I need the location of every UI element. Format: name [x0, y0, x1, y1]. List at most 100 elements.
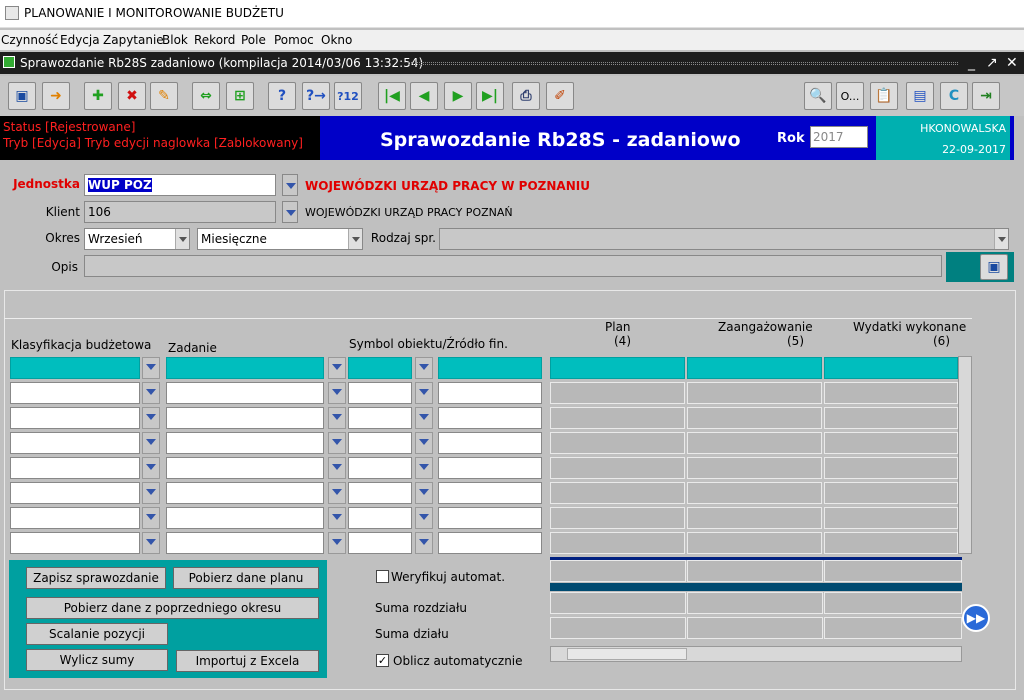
zadanie-lov-icon[interactable] — [328, 382, 346, 404]
zadanie-cell[interactable] — [166, 482, 324, 504]
menu-edycja[interactable]: Edycja — [60, 33, 100, 47]
menu-okno[interactable]: Okno — [321, 33, 352, 47]
menu-czynnosc[interactable]: Czynność — [1, 33, 58, 47]
klasyfikacja-lov-icon[interactable] — [142, 407, 160, 429]
klasyfikacja-cell[interactable] — [10, 482, 140, 504]
previous-record-icon[interactable]: ◀ — [410, 82, 438, 110]
jednostka-lov-icon[interactable] — [282, 174, 298, 196]
save-icon[interactable]: ▣ — [980, 254, 1008, 280]
klasyfikacja-cell[interactable] — [10, 457, 140, 479]
zadanie-cell[interactable] — [166, 457, 324, 479]
zadanie-cell[interactable] — [166, 532, 324, 554]
symbol-lov-icon[interactable] — [415, 382, 433, 404]
klasyfikacja-cell[interactable] — [10, 407, 140, 429]
klient-field[interactable]: 106 — [84, 201, 276, 223]
importuj-z-excela-button[interactable]: Importuj z Excela — [176, 650, 319, 672]
next-page-icon[interactable]: ▶▶ — [962, 604, 990, 632]
symbol-obiektu-cell[interactable] — [348, 482, 412, 504]
delete-record-icon[interactable]: ✖ — [118, 82, 146, 110]
klasyfikacja-lov-icon[interactable] — [142, 382, 160, 404]
preview-icon[interactable]: 🔍 — [804, 82, 832, 110]
symbol-lov-icon[interactable] — [415, 507, 433, 529]
okres-month-select[interactable]: Wrzesień — [84, 228, 190, 250]
klasyfikacja-lov-icon[interactable] — [142, 482, 160, 504]
pobierz-dane-planu-button[interactable]: Pobierz dane planu — [173, 567, 319, 589]
zadanie-cell[interactable] — [166, 407, 324, 429]
next-record-icon[interactable]: ▶ — [444, 82, 472, 110]
logout-icon[interactable]: ⇥ — [972, 82, 1000, 110]
klient-lov-icon[interactable] — [282, 201, 298, 223]
rodzaj-select[interactable] — [439, 228, 1009, 250]
exit-icon[interactable]: ➜ — [42, 82, 70, 110]
add-record-icon[interactable]: ✚ — [84, 82, 112, 110]
zrodlo-fin-cell[interactable] — [438, 457, 542, 479]
zrodlo-fin-cell[interactable] — [438, 507, 542, 529]
klasyfikacja-cell[interactable] — [10, 382, 140, 404]
zrodlo-fin-cell[interactable] — [438, 532, 542, 554]
menu-pomoc[interactable]: Pomoc — [274, 33, 314, 47]
jednostka-field[interactable]: WUP POZ — [84, 174, 276, 196]
minimize-icon[interactable]: _ — [968, 55, 975, 71]
zapisz-sprawozdanie-button[interactable]: Zapisz sprawozdanie — [26, 567, 166, 589]
symbol-obiektu-cell[interactable] — [348, 357, 412, 379]
options-icon[interactable]: O... — [836, 82, 864, 110]
klasyfikacja-lov-icon[interactable] — [142, 457, 160, 479]
wylicz-sumy-button[interactable]: Wylicz sumy — [26, 649, 168, 671]
klasyfikacja-cell[interactable] — [10, 357, 140, 379]
clear-record-icon[interactable]: ✎ — [150, 82, 178, 110]
symbol-lov-icon[interactable] — [415, 357, 433, 379]
symbol-lov-icon[interactable] — [415, 532, 433, 554]
klasyfikacja-lov-icon[interactable] — [142, 532, 160, 554]
zrodlo-fin-cell[interactable] — [438, 382, 542, 404]
zadanie-lov-icon[interactable] — [328, 357, 346, 379]
menu-rekord[interactable]: Rekord — [194, 33, 235, 47]
zadanie-lov-icon[interactable] — [328, 507, 346, 529]
symbol-lov-icon[interactable] — [415, 407, 433, 429]
menu-pole[interactable]: Pole — [241, 33, 266, 47]
first-record-icon[interactable]: |◀ — [378, 82, 406, 110]
symbol-obiektu-cell[interactable] — [348, 507, 412, 529]
print-icon[interactable]: ⎙ — [512, 82, 540, 110]
klasyfikacja-cell[interactable] — [10, 507, 140, 529]
klasyfikacja-cell[interactable] — [10, 532, 140, 554]
zrodlo-fin-cell[interactable] — [438, 357, 542, 379]
restore-icon[interactable]: ↗ — [986, 55, 998, 71]
okres-type-select[interactable]: Miesięczne — [197, 228, 363, 250]
edit-icon[interactable]: ✐ — [546, 82, 574, 110]
zadanie-lov-icon[interactable] — [328, 457, 346, 479]
zadanie-lov-icon[interactable] — [328, 407, 346, 429]
query-count-icon[interactable]: ?12 — [334, 82, 362, 110]
duplicate-row-icon[interactable]: ⊞ — [226, 82, 254, 110]
scalanie-pozycji-button[interactable]: Scalanie pozycji — [26, 623, 168, 645]
rok-field[interactable]: 2017 — [810, 126, 868, 148]
clipboard-icon[interactable]: 📋 — [870, 82, 898, 110]
opis-field[interactable] — [84, 255, 942, 277]
menu-zapytanie[interactable]: Zapytanie — [103, 33, 164, 47]
save-icon[interactable]: ▣ — [8, 82, 36, 110]
symbol-obiektu-cell[interactable] — [348, 407, 412, 429]
zrodlo-fin-cell[interactable] — [438, 432, 542, 454]
symbol-lov-icon[interactable] — [415, 457, 433, 479]
zrodlo-fin-cell[interactable] — [438, 407, 542, 429]
last-record-icon[interactable]: ▶| — [476, 82, 504, 110]
weryfikuj-checkbox[interactable] — [376, 570, 389, 583]
oblicz-checkbox[interactable]: ✓ — [376, 654, 389, 667]
grid-horizontal-scrollbar[interactable] — [550, 646, 962, 662]
windows-icon[interactable]: ▤ — [906, 82, 934, 110]
zrodlo-fin-cell[interactable] — [438, 482, 542, 504]
zadanie-cell[interactable] — [166, 382, 324, 404]
zadanie-cell[interactable] — [166, 432, 324, 454]
symbol-obiektu-cell[interactable] — [348, 532, 412, 554]
query-enter-icon[interactable]: ? — [268, 82, 296, 110]
pobierz-poprzedni-okres-button[interactable]: Pobierz dane z poprzedniego okresu — [26, 597, 319, 619]
klasyfikacja-lov-icon[interactable] — [142, 357, 160, 379]
klasyfikacja-cell[interactable] — [10, 432, 140, 454]
insert-row-icon[interactable]: ⇔ — [192, 82, 220, 110]
zadanie-lov-icon[interactable] — [328, 482, 346, 504]
symbol-obiektu-cell[interactable] — [348, 432, 412, 454]
klasyfikacja-lov-icon[interactable] — [142, 507, 160, 529]
symbol-obiektu-cell[interactable] — [348, 382, 412, 404]
zadanie-lov-icon[interactable] — [328, 532, 346, 554]
zadanie-cell[interactable] — [166, 357, 324, 379]
grid-vertical-scrollbar[interactable] — [958, 356, 972, 554]
